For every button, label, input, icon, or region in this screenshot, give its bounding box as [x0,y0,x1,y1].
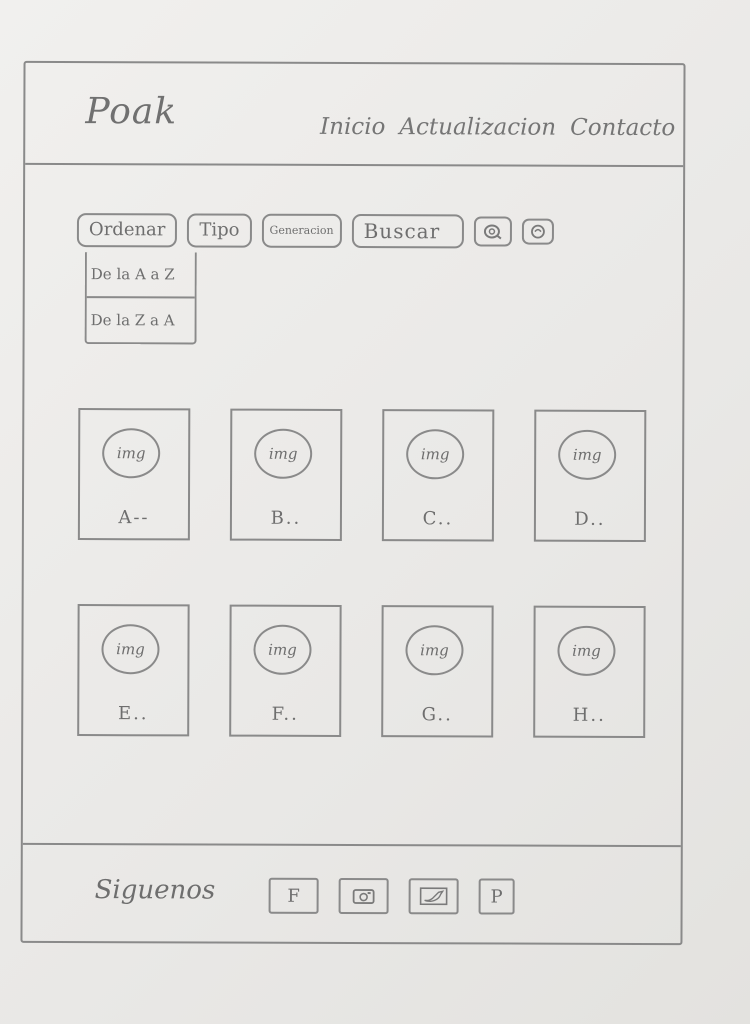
pinterest-link[interactable]: P [478,878,515,915]
generation-filter-button[interactable]: Generacion [261,213,342,248]
item-card[interactable]: img C.. [381,409,495,542]
item-card[interactable]: img G.. [381,605,494,738]
social-links: F P [268,877,515,915]
search-button[interactable] [474,216,513,247]
facebook-link[interactable]: F [268,877,319,914]
card-name: C.. [422,508,454,530]
image-placeholder: img [102,428,161,479]
filter-toolbar: Ordenar Tipo Generacion Buscar [76,213,555,249]
item-card[interactable]: img F.. [229,604,342,737]
image-placeholder: img [254,428,313,479]
sort-dropdown: De la A a Z De la Z a A [84,252,197,345]
item-card[interactable]: img B.. [229,408,343,541]
item-card[interactable]: img D.. [533,409,647,543]
follow-us-label: Siguenos [94,875,216,906]
instagram-icon [352,889,375,904]
main-nav: Inicio Actualizacion Contacto [320,114,675,141]
type-filter-button[interactable]: Tipo [187,213,252,248]
instagram-link[interactable] [338,877,389,915]
image-placeholder: img [405,625,464,676]
image-placeholder: img [558,429,617,480]
image-placeholder: img [101,624,160,675]
twitter-icon [419,887,448,906]
item-card[interactable]: img A-- [77,408,191,541]
item-card[interactable]: img H.. [533,605,646,739]
site-footer: Siguenos F P [22,842,681,944]
paper-sheet: Poak Inicio Actualizacion Contacto Orden… [0,0,750,1024]
page-frame: Poak Inicio Actualizacion Contacto Orden… [20,60,686,946]
card-name: F.. [271,703,299,725]
item-card[interactable]: img E.. [77,604,190,737]
card-grid: img A-- img B.. img C.. img D.. img E.. … [77,408,648,739]
twitter-link[interactable] [408,878,459,915]
sort-option-a-z[interactable]: De la A a Z [86,252,195,299]
image-placeholder: img [406,429,465,480]
sort-button[interactable]: Ordenar [76,213,178,248]
sort-option-z-a[interactable]: De la Z a A [87,298,195,342]
search-input[interactable]: Buscar [351,213,465,249]
search-icon [484,224,502,240]
pinterest-icon: P [490,885,503,908]
card-name: D.. [574,508,606,530]
settings-button[interactable] [522,218,555,245]
nav-link-contacto[interactable]: Contacto [570,115,675,141]
image-placeholder: img [253,624,312,675]
facebook-icon: F [287,885,300,907]
card-name: B.. [270,507,302,529]
site-header: Poak Inicio Actualizacion Contacto [25,62,684,168]
image-placeholder: img [557,625,616,676]
card-name: G.. [421,704,453,726]
nav-link-inicio[interactable]: Inicio [320,114,385,140]
card-name: E.. [117,703,149,725]
nav-link-actualizacion[interactable]: Actualizacion [399,114,556,141]
card-name: H.. [572,704,606,726]
site-logo[interactable]: Poak [85,91,177,132]
card-name: A-- [118,507,150,529]
settings-icon [531,224,546,239]
